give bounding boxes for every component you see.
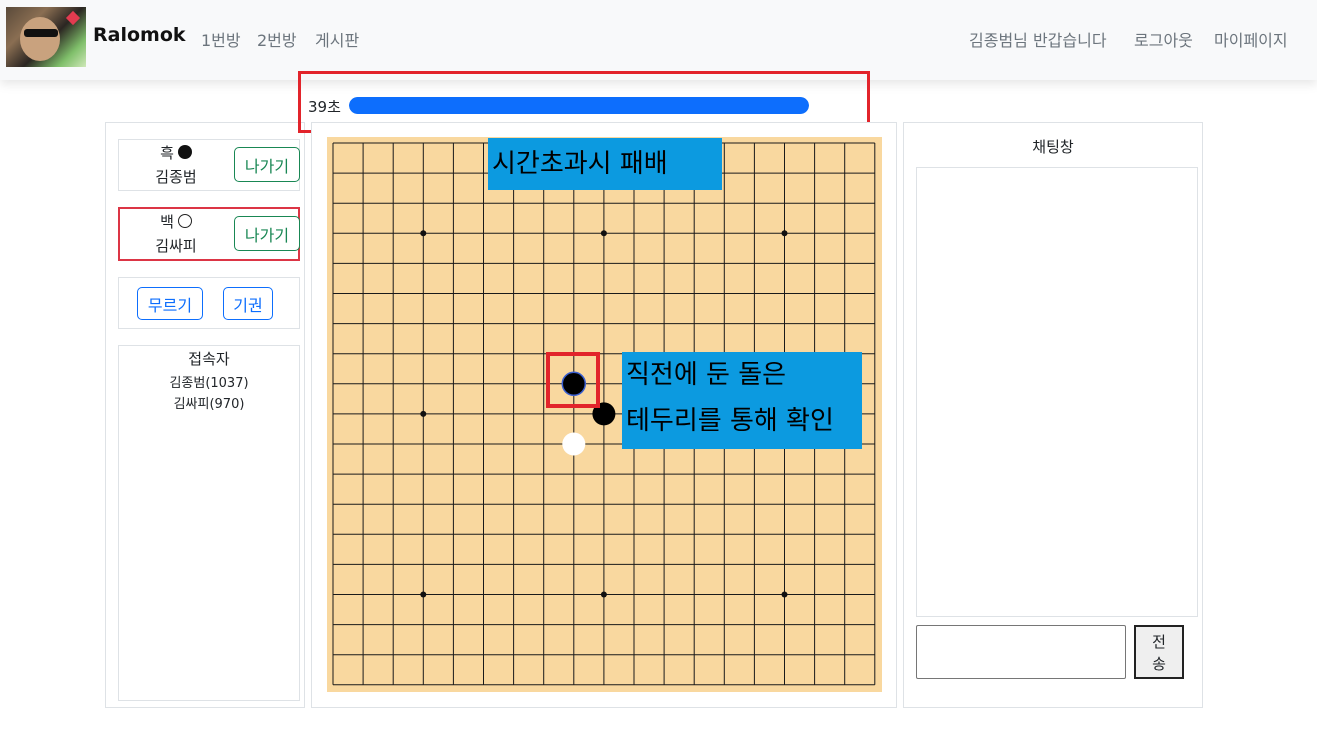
profile-avatar[interactable]: [6, 7, 86, 67]
top-navbar: Ralomok 1번방 2번방 게시판 김종범님 반갑습니다 로그아웃 마이페이…: [0, 0, 1317, 80]
white-stone: [562, 432, 586, 456]
timeout-callout: 시간초과시 패배: [488, 138, 722, 190]
black-exit-button[interactable]: 나가기: [234, 147, 300, 182]
nav-board[interactable]: 게시판: [315, 27, 359, 51]
chat-send-button[interactable]: 전송: [1134, 625, 1184, 679]
black-stone-icon: [177, 145, 192, 159]
last-move-callout-line2: 테두리를 통해 확인: [626, 406, 834, 436]
white-exit-button[interactable]: 나가기: [234, 216, 300, 251]
black-player-name: 김종범: [155, 168, 197, 186]
mypage-link[interactable]: 마이페이지: [1214, 27, 1288, 51]
chat-title: 채팅창: [1032, 138, 1074, 156]
undo-button[interactable]: 무르기: [137, 287, 203, 320]
star-point: [420, 591, 427, 598]
last-move-callout-line1: 직전에 둔 돌은: [626, 360, 787, 390]
send-label-2: 송: [1152, 655, 1166, 673]
star-point: [781, 230, 788, 237]
star-point: [600, 591, 607, 598]
black-label-text: 흑: [160, 144, 174, 162]
greeting-text: 김종범님 반갑습니다: [969, 31, 1107, 50]
white-stone-icon: [177, 214, 192, 228]
user-item-2: 김싸피(970): [173, 397, 245, 412]
white-player-name: 김싸피: [155, 237, 197, 255]
heart-icon: [65, 10, 81, 26]
last-move-callout: 직전에 둔 돌은 테두리를 통해 확인: [622, 352, 862, 449]
send-label-1: 전: [1152, 633, 1166, 651]
star-point: [420, 230, 427, 237]
resign-button[interactable]: 기권: [223, 287, 273, 320]
star-point: [781, 591, 788, 598]
nav-room-1[interactable]: 1번방: [201, 27, 241, 51]
brand-logo[interactable]: Ralomok: [93, 24, 186, 46]
users-title: 접속자: [188, 350, 230, 368]
star-point: [600, 230, 607, 237]
user-item-1: 김종범(1037): [169, 376, 249, 391]
chat-log[interactable]: [916, 167, 1198, 617]
star-point: [420, 410, 427, 417]
black-player-label: 흑: [126, 142, 226, 163]
avatar-face: [20, 17, 60, 61]
nav-room-2[interactable]: 2번방: [257, 27, 297, 51]
avatar-glasses: [24, 29, 58, 37]
white-player-label: 백: [126, 211, 226, 232]
white-label-text: 백: [160, 213, 174, 231]
last-move-highlight: [546, 352, 600, 408]
logout-link[interactable]: 로그아웃: [1134, 27, 1193, 51]
chat-input[interactable]: [916, 625, 1126, 679]
